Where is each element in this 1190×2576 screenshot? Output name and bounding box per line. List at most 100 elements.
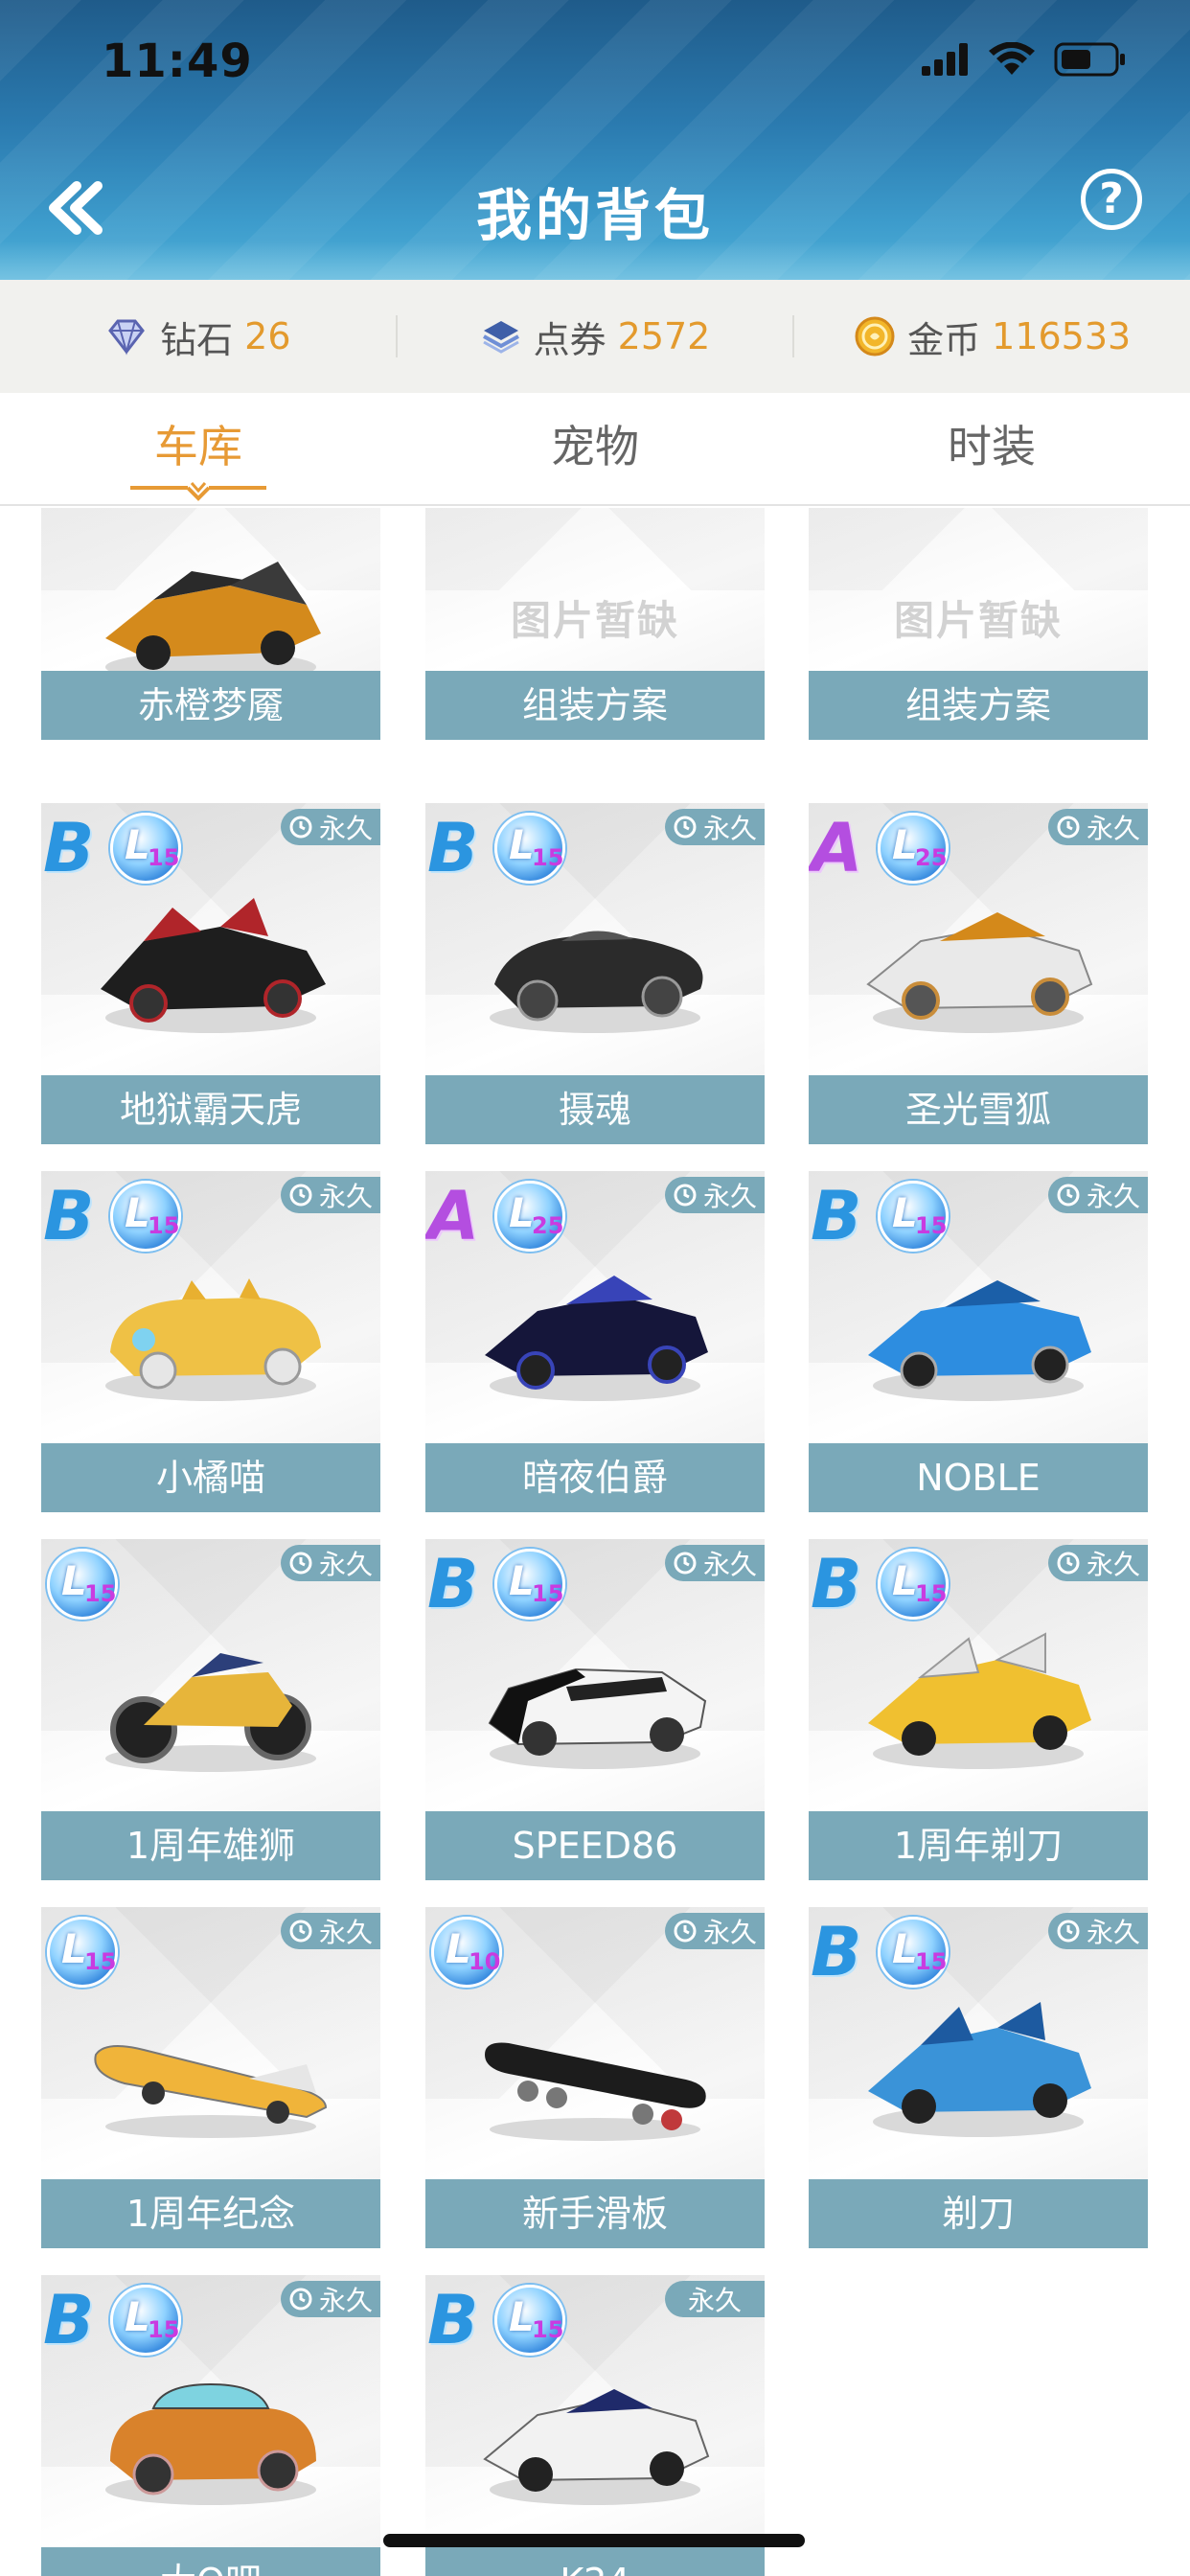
item-card[interactable]: B L 15 永久 NOBLE	[809, 1171, 1148, 1512]
item-card[interactable]: A L 25 永久 暗夜伯爵	[425, 1171, 765, 1512]
currency-voucher: 点券 2572	[395, 315, 793, 361]
clock-icon	[674, 1920, 697, 1943]
item-card[interactable]: B L 15 永久 地狱霸天虎	[41, 803, 380, 1144]
currency-value: 26	[244, 315, 291, 357]
status-icons	[922, 42, 1127, 77]
level-badge: L 10	[431, 1917, 502, 1988]
signal-icon	[922, 43, 968, 76]
level-number: 15	[532, 844, 564, 871]
currency-label: 点券	[533, 318, 606, 361]
level-badge: L 15	[494, 1549, 565, 1620]
race-car-image	[866, 912, 1093, 1033]
diamond-icon	[108, 319, 146, 356]
duration-label: 永久	[1086, 1181, 1140, 1212]
motorcycle-image	[105, 1653, 316, 1772]
voucher-icon	[482, 321, 519, 354]
duration-badge: 永久	[1048, 1913, 1148, 1949]
level-badge: L 15	[47, 1549, 118, 1620]
duration-badge: 永久	[281, 1545, 380, 1581]
item-name: NOBLE	[809, 1443, 1148, 1512]
item-name: 1周年雄狮	[41, 1811, 380, 1880]
level-badge: L 15	[110, 813, 181, 884]
hoverboard-image	[94, 2045, 328, 2138]
grade-badge: B	[811, 1177, 862, 1255]
tab-fashion[interactable]: 时装	[793, 393, 1190, 504]
duration-label: 永久	[702, 1917, 757, 1948]
item-card[interactable]: 图片暂缺 组装方案	[809, 508, 1148, 740]
clock-icon	[1057, 1184, 1080, 1207]
currency-coin: 金币 116533	[792, 315, 1190, 361]
item-card[interactable]: L 15 永久 1周年雄狮	[41, 1539, 380, 1880]
clock-icon	[1057, 1920, 1080, 1943]
tab-label: 宠物	[551, 421, 639, 472]
tab-garage[interactable]: 车库	[0, 393, 397, 504]
currency-label: 钻石	[160, 318, 234, 361]
level-badge: L 15	[878, 1549, 949, 1620]
race-car-image	[868, 1280, 1091, 1401]
level-number: 15	[532, 1580, 564, 1607]
level-number: 10	[469, 1948, 501, 1975]
coin-icon	[855, 316, 895, 356]
item-card[interactable]: B L15 永久 大Q吧	[41, 2275, 380, 2576]
item-card[interactable]: B L 15 永久 摄魂	[425, 803, 765, 1144]
item-card[interactable]: B L15 永久 K24	[425, 2275, 765, 2576]
race-car-image	[868, 2002, 1091, 2137]
clock-icon	[289, 2288, 312, 2311]
grade-badge: B	[427, 809, 479, 887]
item-name: 大Q吧	[41, 2547, 380, 2576]
duration-badge: 永久	[281, 809, 380, 845]
level-badge: L 15	[878, 1917, 949, 1988]
skateboard-image	[485, 2042, 706, 2141]
item-card[interactable]: B L 15 永久 SPEED86	[425, 1539, 765, 1880]
tab-active-indicator	[130, 482, 266, 501]
cat-car-image	[105, 1278, 321, 1401]
level-number: 15	[148, 1212, 180, 1239]
duration-label: 永久	[318, 813, 373, 844]
image-placeholder-text: 图片暂缺	[510, 597, 679, 644]
level-number: 15	[915, 1948, 948, 1975]
level-badge: L 25	[878, 813, 949, 884]
clock-icon	[1057, 1552, 1080, 1575]
tab-bar: 车库 宠物 时装	[0, 393, 1190, 506]
clock-icon	[289, 1552, 312, 1575]
duration-label: 永久	[1086, 813, 1140, 844]
clock-icon	[1057, 816, 1080, 839]
duration-label: 永久	[687, 2285, 742, 2316]
race-car-image	[868, 1632, 1091, 1769]
item-card[interactable]: B L 15 永久 小橘喵	[41, 1171, 380, 1512]
level-badge: L 15	[110, 2285, 181, 2356]
item-card[interactable]: B L 15 永久 1周年剃刀	[809, 1539, 1148, 1880]
item-name: 1周年剃刀	[809, 1811, 1148, 1880]
item-card[interactable]: L 10 永久 新手滑板	[425, 1907, 765, 2248]
item-card[interactable]: 赤橙梦魇	[41, 508, 380, 740]
level-number: 25	[532, 1212, 564, 1239]
level-badge: L 15	[494, 2285, 565, 2356]
home-indicator[interactable]	[383, 2534, 805, 2547]
race-car-image	[485, 1276, 708, 1401]
grade-badge: B	[427, 2281, 479, 2359]
level-number: 25	[915, 844, 948, 871]
image-placeholder-text: 图片暂缺	[893, 597, 1063, 644]
duration-badge: 永久	[1048, 809, 1148, 845]
level-badge: L 25	[494, 1181, 565, 1252]
clock-icon	[674, 1184, 697, 1207]
duration-label: 永久	[318, 1917, 373, 1948]
status-time: 11:49	[102, 34, 253, 88]
tab-pets[interactable]: 宠物	[397, 393, 793, 504]
duration-label: 永久	[702, 813, 757, 844]
item-card[interactable]: 图片暂缺 组装方案	[425, 508, 765, 740]
help-button[interactable]: ?	[1081, 169, 1142, 230]
level-badge: L 15	[494, 813, 565, 884]
item-card[interactable]: L 15 永久 1周年纪念	[41, 1907, 380, 2248]
duration-badge: 永久	[665, 2281, 765, 2317]
item-card[interactable]: A L 25 永久 圣光雪狐	[809, 803, 1148, 1144]
item-card[interactable]: B L 15 永久 剃刀	[809, 1907, 1148, 2248]
level-number: 15	[148, 2316, 180, 2343]
item-name: 组装方案	[425, 671, 765, 740]
currency-label: 金币	[907, 318, 981, 361]
duration-badge: 永久	[1048, 1545, 1148, 1581]
duration-badge: 永久	[665, 1913, 765, 1949]
item-name: 剃刀	[809, 2179, 1148, 2248]
clock-icon	[674, 1552, 697, 1575]
duration-badge: 永久	[281, 2281, 380, 2317]
